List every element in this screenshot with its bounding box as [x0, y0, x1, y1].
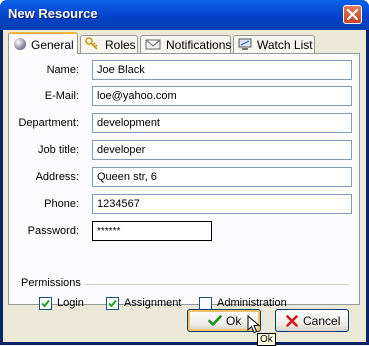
title-bar[interactable]: New Resource [0, 0, 369, 30]
email-field[interactable]: loe@yahoo.com [92, 86, 352, 106]
name-field[interactable]: Joe Black [92, 60, 352, 80]
tab-watch-list[interactable]: Watch List [233, 35, 315, 53]
sphere-icon [13, 37, 27, 54]
assignment-check-box[interactable] [106, 297, 119, 310]
tab-notifications[interactable]: Notifications [140, 35, 231, 53]
email-label: E-Mail: [44, 90, 79, 102]
login-label: Login [57, 297, 84, 309]
phone-field[interactable]: 1234567 [92, 194, 352, 214]
checkmark-icon [41, 299, 50, 308]
cancel-button[interactable]: Cancel [275, 309, 349, 332]
keys-icon [85, 37, 99, 54]
cancel-button-label: Cancel [303, 314, 341, 328]
permissions-divider [79, 284, 349, 285]
dialog-client: General Roles Notifications Watch List N… [3, 30, 366, 346]
administration-label: Administration [217, 297, 287, 309]
tab-roles[interactable]: Roles [80, 35, 138, 53]
cancel-x-icon [286, 315, 298, 330]
job-title-field[interactable]: developer [92, 140, 352, 160]
envelope-icon [145, 37, 161, 54]
tab-watch-list-label: Watch List [257, 38, 313, 52]
address-field[interactable]: Queen str, 6 [92, 167, 352, 187]
tab-notifications-label: Notifications [166, 38, 232, 52]
check-icon [208, 315, 222, 330]
tab-general-label: General [31, 38, 74, 52]
password-field[interactable]: ****** [92, 221, 212, 241]
password-label: Password: [27, 225, 79, 237]
checkmark-icon [108, 299, 117, 308]
permissions-title: Permissions [21, 277, 85, 289]
ok-tooltip: Ok [257, 333, 276, 346]
assignment-label: Assignment [124, 297, 182, 309]
window-title: New Resource [8, 6, 98, 21]
ok-button-label: Ok [226, 314, 242, 328]
close-button[interactable] [343, 5, 362, 24]
department-field[interactable]: development [92, 113, 352, 133]
dialog-window: New Resource General Roles Notifications… [0, 0, 369, 346]
department-label: Department: [18, 117, 79, 129]
login-check-box[interactable] [39, 297, 52, 310]
phone-label: Phone: [44, 198, 79, 210]
close-icon [347, 9, 358, 20]
tab-general[interactable]: General [8, 32, 78, 54]
monitor-icon [238, 37, 252, 54]
job-title-label: Job title: [38, 144, 79, 156]
general-panel: Name: Joe Black E-Mail: loe@yahoo.com De… [8, 53, 360, 310]
address-label: Address: [35, 171, 79, 183]
tab-roles-label: Roles [105, 38, 136, 52]
name-label: Name: [46, 64, 79, 76]
